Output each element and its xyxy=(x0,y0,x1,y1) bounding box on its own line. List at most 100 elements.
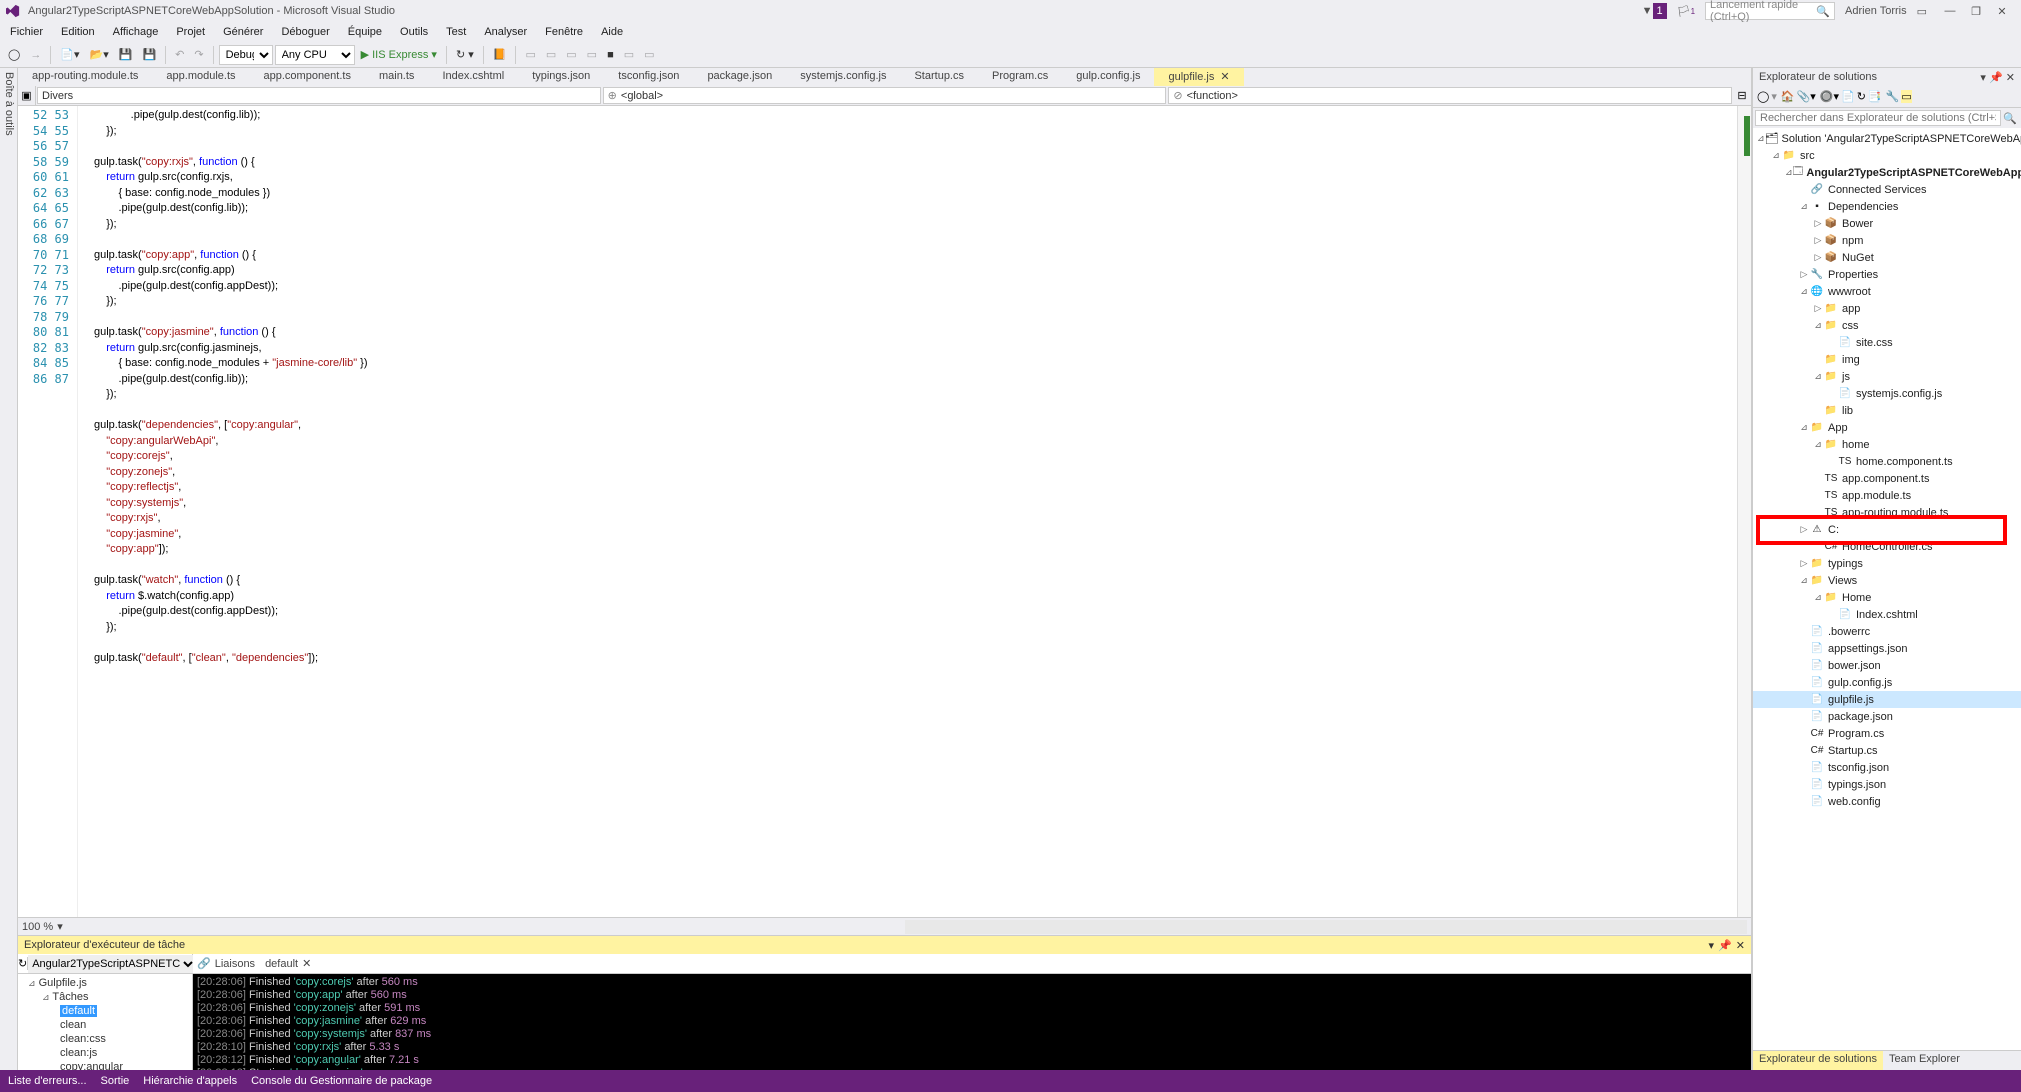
tree-item[interactable]: ⊿📁Views xyxy=(1753,572,2021,589)
maximize-button[interactable]: ❐ xyxy=(1963,5,1989,18)
solution-root[interactable]: ⊿🗂Solution 'Angular2TypeScriptASPNETCore… xyxy=(1753,130,2021,147)
task-tree[interactable]: ⊿ Gulpfile.js⊿ Tâchesdefaultcleanclean:c… xyxy=(18,974,192,1070)
tree-item[interactable]: ▷📁app xyxy=(1753,300,2021,317)
save-button[interactable]: 💾 xyxy=(115,46,137,63)
sol-home-icon[interactable]: ◯ xyxy=(1757,90,1769,103)
refresh-button[interactable]: ↻ xyxy=(18,957,28,970)
status-item[interactable]: Sortie xyxy=(101,1075,130,1087)
tree-item[interactable]: ⊿📁Home xyxy=(1753,589,2021,606)
default-tab[interactable]: default ✕ xyxy=(265,957,311,970)
search-icon[interactable]: 🔍 xyxy=(2001,110,2019,126)
tree-item[interactable]: ⊿📁src xyxy=(1753,147,2021,164)
tb-btn-6[interactable]: ▭ xyxy=(620,46,638,63)
sol-scope-icon[interactable]: 🔘▾ xyxy=(1820,90,1839,103)
task-panel-menu-icon[interactable]: ▾ xyxy=(1709,939,1715,952)
quick-launch-input[interactable]: Lancement rapide (Ctrl+Q)🔍 xyxy=(1705,2,1835,20)
sol-preview-icon[interactable]: ▭ xyxy=(1901,90,1911,103)
task-panel-pin-icon[interactable]: 📌 xyxy=(1718,939,1732,952)
sol-showall-icon[interactable]: 📄 xyxy=(1841,90,1855,103)
tb-btn-3[interactable]: ▭ xyxy=(562,46,580,63)
tree-item[interactable]: ⊿🌐wwwroot xyxy=(1753,283,2021,300)
tb-btn-2[interactable]: ▭ xyxy=(542,46,560,63)
scope-type-dropdown[interactable]: ⊕<global> xyxy=(603,87,1167,104)
tree-item[interactable]: ⊿📁js xyxy=(1753,368,2021,385)
task-tree-item[interactable]: clean:js xyxy=(20,1046,190,1060)
solution-tree[interactable]: ⊿🗂Solution 'Angular2TypeScriptASPNETCore… xyxy=(1753,128,2021,1050)
tree-item[interactable]: ⊿📁css xyxy=(1753,317,2021,334)
sol-pin-icon[interactable]: 📌 xyxy=(1989,72,2003,84)
filter-indicator[interactable]: ▼1 xyxy=(1642,3,1667,19)
fold-column[interactable] xyxy=(78,106,94,917)
tree-item[interactable]: ▷📁typings xyxy=(1753,555,2021,572)
liaisons-tab[interactable]: 🔗Liaisons xyxy=(197,957,255,970)
menu-affichage[interactable]: Affichage xyxy=(107,24,165,40)
tree-item[interactable]: 📄typings.json xyxy=(1753,776,2021,793)
doc-tab[interactable]: tsconfig.json xyxy=(604,68,693,86)
menu-aide[interactable]: Aide xyxy=(595,24,629,40)
sol-house-icon[interactable]: 🏠 xyxy=(1781,90,1795,103)
tree-item[interactable]: ⊿▪Dependencies xyxy=(1753,198,2021,215)
task-tree-item[interactable]: clean xyxy=(20,1018,190,1032)
minimize-button[interactable]: — xyxy=(1937,5,1963,18)
task-tree-item[interactable]: clean:css xyxy=(20,1032,190,1046)
tree-item[interactable]: ▷📦npm xyxy=(1753,232,2021,249)
menu-fichier[interactable]: Fichier xyxy=(4,24,49,40)
tree-item[interactable]: 📁img xyxy=(1753,351,2021,368)
menu-déboguer[interactable]: Déboguer xyxy=(275,24,335,40)
menu-outils[interactable]: Outils xyxy=(394,24,434,40)
undo-button[interactable]: ↶ xyxy=(171,46,188,63)
tab-solution-explorer[interactable]: Explorateur de solutions xyxy=(1753,1051,1883,1070)
close-icon[interactable]: ✕ xyxy=(302,957,311,970)
task-tree-item[interactable]: ⊿ Tâches xyxy=(20,990,190,1004)
tb-btn-1[interactable]: ▭ xyxy=(521,46,539,63)
doc-tab[interactable]: app-routing.module.ts xyxy=(18,68,152,86)
platform-dropdown[interactable]: Any CPU xyxy=(275,45,355,65)
nav-forward-button[interactable]: → xyxy=(26,47,45,63)
doc-tab[interactable]: main.ts xyxy=(365,68,428,86)
browser-link-button[interactable]: ↻ ▾ xyxy=(452,46,478,63)
tree-item[interactable]: ⊿🗔Angular2TypeScriptASPNETCoreWebApp xyxy=(1753,164,2021,181)
tree-item[interactable]: 📄.bowerrc xyxy=(1753,623,2021,640)
tree-item[interactable]: 📄tsconfig.json xyxy=(1753,759,2021,776)
sol-properties-icon[interactable]: 🔧 xyxy=(1886,90,1900,103)
save-all-button[interactable]: 💾 xyxy=(138,46,160,63)
scope-icon-left[interactable]: ▣ xyxy=(18,86,36,105)
sol-refresh-icon[interactable]: ↻ xyxy=(1857,90,1866,103)
doc-tab[interactable]: Startup.cs xyxy=(900,68,978,86)
tree-item[interactable]: 📄appsettings.json xyxy=(1753,640,2021,657)
doc-tab[interactable]: gulp.config.js xyxy=(1062,68,1154,86)
overview-ruler[interactable] xyxy=(1737,106,1751,917)
split-button[interactable]: ⊟ xyxy=(1733,86,1751,105)
nav-back-button[interactable]: ◯ xyxy=(4,46,24,63)
tree-item[interactable]: ▷📦NuGet xyxy=(1753,249,2021,266)
sol-collapse-icon[interactable]: 📑 xyxy=(1868,90,1882,103)
status-item[interactable]: Liste d'erreurs... xyxy=(8,1075,87,1087)
tree-item[interactable]: 📄web.config xyxy=(1753,793,2021,810)
menu-fenêtre[interactable]: Fenêtre xyxy=(539,24,589,40)
scope-project-dropdown[interactable]: Divers xyxy=(37,87,601,104)
tree-item[interactable]: 📄Index.cshtml xyxy=(1753,606,2021,623)
menu-générer[interactable]: Générer xyxy=(217,24,269,40)
tree-item[interactable]: 📁lib xyxy=(1753,402,2021,419)
tree-item[interactable]: 📄gulp.config.js xyxy=(1753,674,2021,691)
doc-tab[interactable]: gulpfile.js✕ xyxy=(1154,68,1243,86)
toolbox-panel-collapsed[interactable]: Boîte à outils xyxy=(0,68,18,1070)
tree-item[interactable]: 📄site.css xyxy=(1753,334,2021,351)
tree-item[interactable]: C#Startup.cs xyxy=(1753,742,2021,759)
doc-tab[interactable]: Program.cs xyxy=(978,68,1062,86)
tree-item[interactable]: ⊿📁home xyxy=(1753,436,2021,453)
solution-search-input[interactable] xyxy=(1755,110,2001,126)
menu-analyser[interactable]: Analyser xyxy=(478,24,533,40)
zoom-level[interactable]: 100 % xyxy=(22,921,53,933)
tree-item[interactable]: C#HomeController.cs xyxy=(1753,538,2021,555)
sol-menu-icon[interactable]: ▾ xyxy=(1980,72,1986,84)
doc-tab[interactable]: typings.json xyxy=(518,68,604,86)
tree-item[interactable]: ▷⚠C: xyxy=(1753,521,2021,538)
sol-sync-icon[interactable]: 📎▾ xyxy=(1797,90,1816,103)
tree-item[interactable]: TShome.component.ts xyxy=(1753,453,2021,470)
doc-tab[interactable]: Index.cshtml xyxy=(428,68,518,86)
doc-tab[interactable]: app.module.ts xyxy=(152,68,249,86)
redo-button[interactable]: ↷ xyxy=(190,46,207,63)
menu-projet[interactable]: Projet xyxy=(170,24,211,40)
scope-member-dropdown[interactable]: ⊘<function> xyxy=(1168,87,1732,104)
